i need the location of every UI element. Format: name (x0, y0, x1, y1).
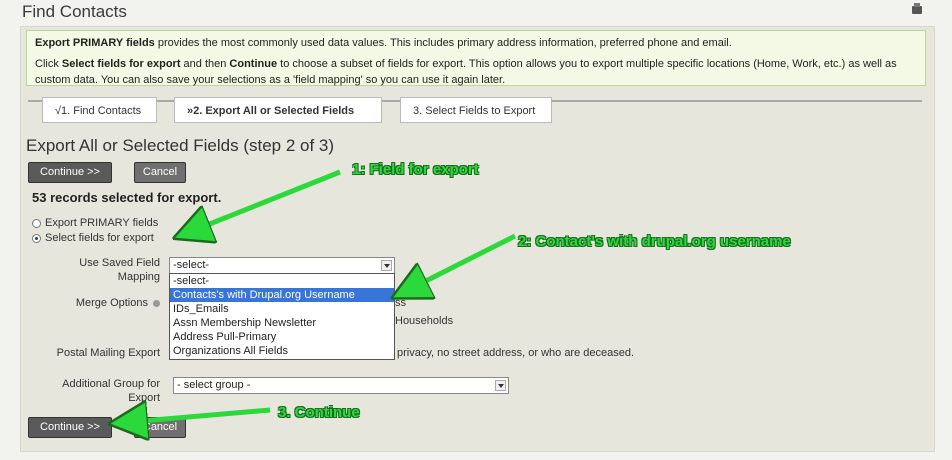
annotation-2: 2: Contact's with drupal.org username (518, 233, 791, 250)
arrow-2 (400, 233, 517, 294)
arrow-1 (182, 169, 341, 235)
annotation-arrows (0, 169, 517, 460)
annotation-1: 1: Field for export (352, 161, 479, 178)
annotation-3: 3. Continue (278, 404, 360, 421)
arrow-3 (118, 410, 271, 423)
